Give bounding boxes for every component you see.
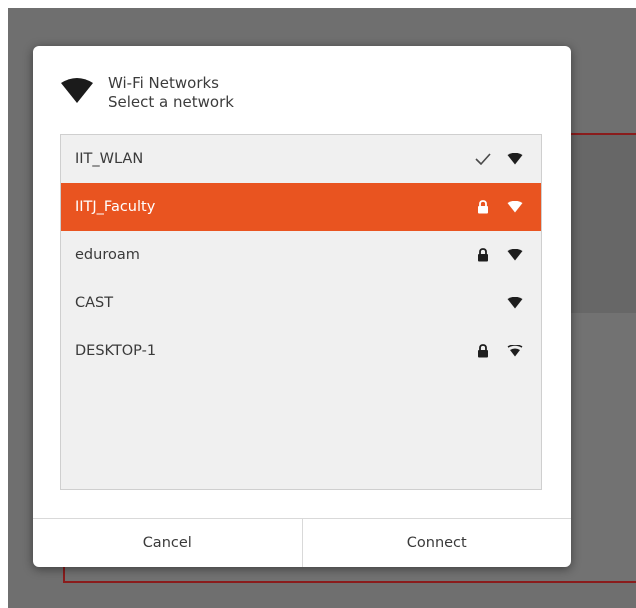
wifi-signal-icon bbox=[503, 279, 527, 327]
network-row[interactable]: IIT_WLAN bbox=[61, 135, 541, 183]
network-status-icons bbox=[463, 135, 527, 183]
check-icon bbox=[471, 135, 495, 183]
network-status-icons bbox=[463, 327, 527, 375]
network-list[interactable]: IIT_WLAN IITJ_Faculty eduroam CAST DESKTOP-1 bbox=[60, 134, 542, 490]
cancel-button[interactable]: Cancel bbox=[33, 519, 302, 567]
wifi-icon bbox=[61, 78, 93, 103]
wifi-dialog: Wi-Fi Networks Select a network IIT_WLAN… bbox=[33, 46, 571, 567]
wifi-signal-icon bbox=[503, 183, 527, 231]
network-row[interactable]: CAST bbox=[61, 279, 541, 327]
network-row[interactable]: DESKTOP-1 bbox=[61, 327, 541, 375]
network-status-icons bbox=[463, 231, 527, 279]
wifi-signal-icon bbox=[503, 135, 527, 183]
lock-icon bbox=[471, 183, 495, 231]
network-status-icons bbox=[463, 183, 527, 231]
empty-slot bbox=[471, 279, 495, 327]
network-row[interactable]: IITJ_Faculty bbox=[61, 183, 541, 231]
network-row[interactable]: eduroam bbox=[61, 231, 541, 279]
wifi-signal-icon bbox=[503, 231, 527, 279]
network-status-icons bbox=[463, 279, 527, 327]
lock-icon bbox=[471, 327, 495, 375]
lock-icon bbox=[471, 231, 495, 279]
wifi-weak-signal-icon bbox=[503, 327, 527, 375]
dialog-subtitle: Select a network bbox=[108, 93, 234, 111]
dialog-title: Wi-Fi Networks bbox=[108, 74, 219, 92]
dialog-header: Wi-Fi Networks Select a network bbox=[33, 46, 571, 134]
connect-button[interactable]: Connect bbox=[301, 519, 572, 567]
dialog-footer: Cancel Connect bbox=[33, 518, 571, 567]
